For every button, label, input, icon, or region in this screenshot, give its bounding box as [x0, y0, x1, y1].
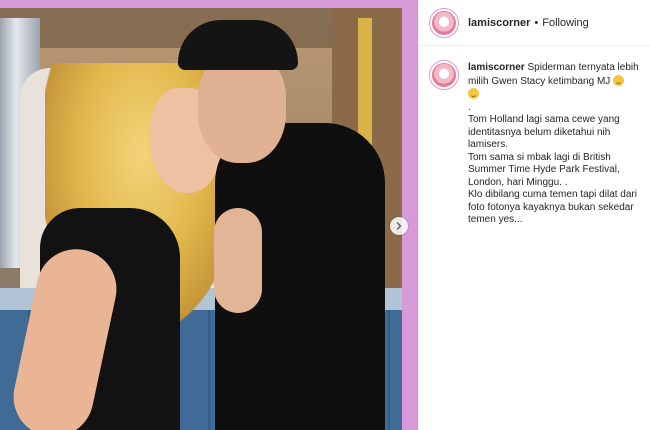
- separator-dot: •: [534, 16, 539, 29]
- avatar[interactable]: [429, 7, 459, 38]
- caption-emoji-line: [468, 88, 640, 102]
- caption-username-link[interactable]: lamiscorner: [468, 62, 525, 73]
- caption-paragraph-3: Klo dibilang cuma temen tapi dilat dari …: [468, 189, 637, 225]
- post-header-text: lamiscorner • Following: [468, 17, 589, 29]
- next-photo-button[interactable]: [390, 217, 408, 235]
- caption-paragraph-1: Tom Holland lagi sama cewe yang identita…: [468, 114, 620, 150]
- caption-period: .: [468, 101, 471, 113]
- caption: lamiscorner Spiderman ternyata lebih mil…: [419, 46, 650, 227]
- avatar-image: [432, 10, 456, 35]
- grinning-face-emoji-icon: [468, 88, 479, 99]
- photo-man-cap: [178, 20, 298, 70]
- post-header: lamiscorner • Following: [419, 0, 650, 46]
- grinning-face-emoji-icon: [613, 74, 625, 86]
- caption-paragraph-2: Tom sama si mbak lagi di British Summer …: [468, 151, 620, 188]
- photo-man-arm: [214, 208, 262, 313]
- post-photo[interactable]: [0, 8, 402, 430]
- post-side-panel: lamiscorner • Following lamiscorner Spid…: [418, 0, 650, 430]
- following-button[interactable]: Following: [542, 17, 588, 29]
- chevron-right-icon: [396, 222, 402, 230]
- post-media: [0, 0, 418, 430]
- caption-avatar[interactable]: [429, 60, 459, 90]
- avatar-image: [432, 63, 456, 87]
- username-link[interactable]: lamiscorner: [468, 17, 530, 29]
- caption-body: lamiscorner Spiderman ternyata lebih mil…: [468, 62, 640, 227]
